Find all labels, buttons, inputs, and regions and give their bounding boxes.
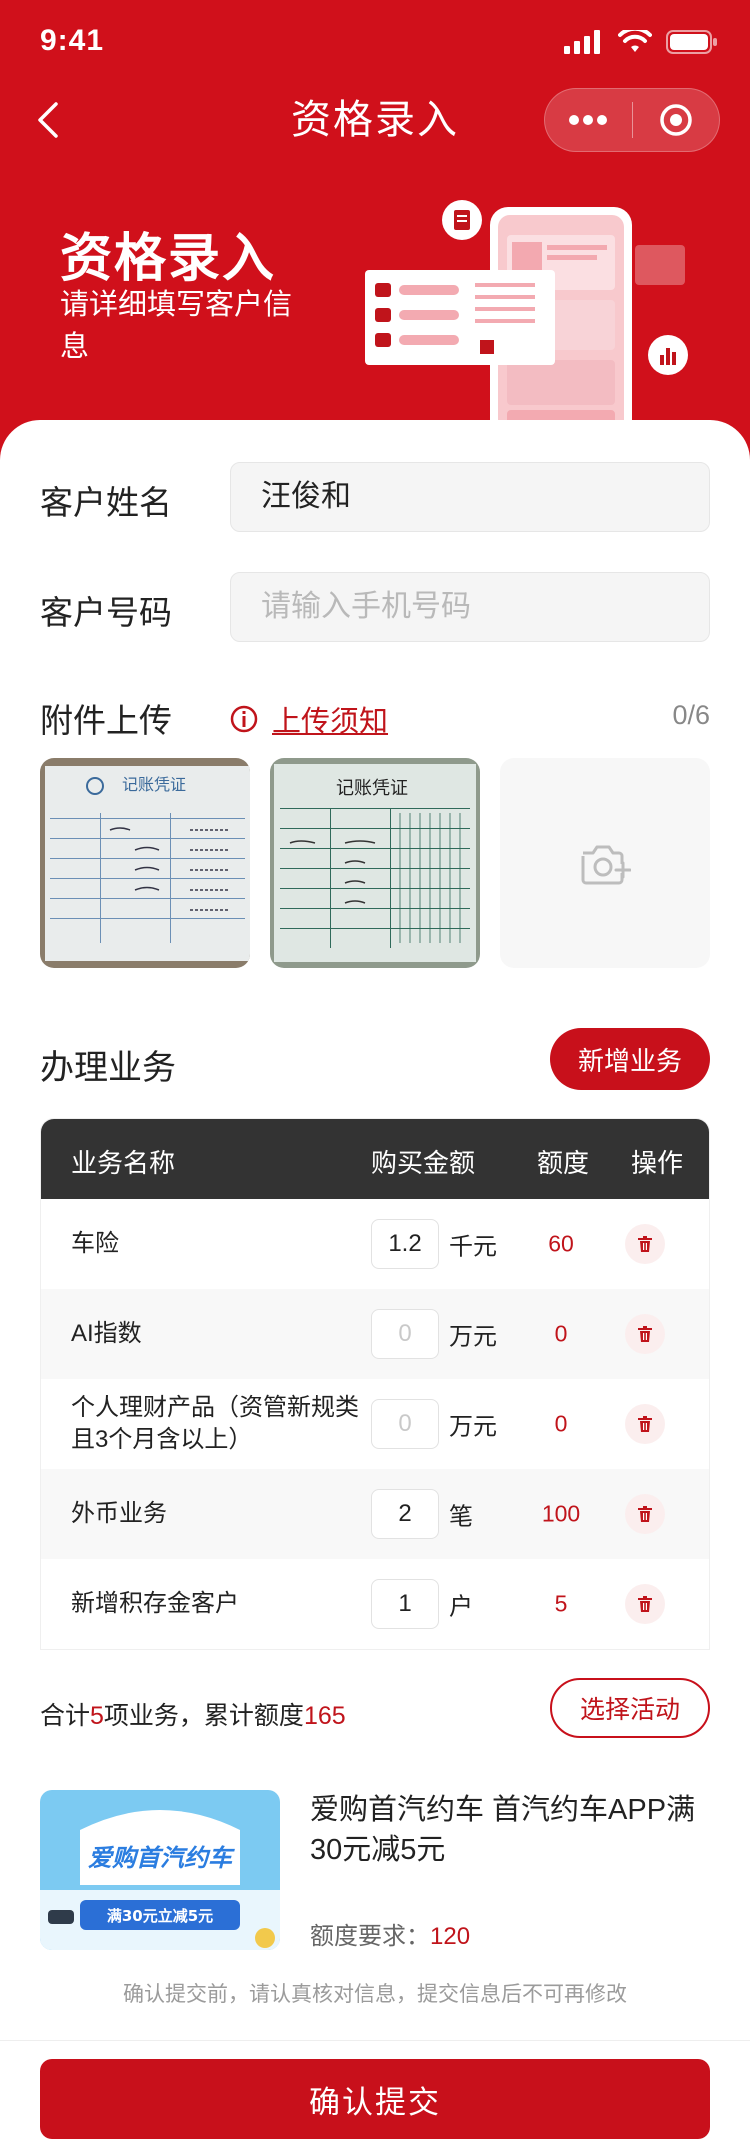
submit-notice: 确认提交前，请认真核对信息，提交信息后不可再修改	[123, 1983, 627, 2006]
amount-input[interactable]: 1.2	[371, 1219, 439, 1269]
amount-input[interactable]: 0	[371, 1399, 439, 1449]
trash-icon	[638, 1326, 652, 1342]
promo-banner-graphic: 爱购首汽约车 满30元立减5元	[40, 1790, 280, 1950]
customer-phone-input[interactable]: 请输入手机号码	[230, 572, 710, 642]
amount-unit: 户	[449, 1593, 473, 1621]
hero-subtitle: 请详细填写客户信息	[60, 289, 293, 363]
table-header: 业务名称 购买金额 额度 操作	[41, 1119, 709, 1199]
bottom-bar: 确认提交	[0, 2040, 750, 2152]
attachment-photo-2[interactable]: 记账凭证	[270, 758, 480, 968]
add-business-button[interactable]: 新增业务	[550, 1028, 710, 1090]
table-row: 外币业务 2 笔 100	[41, 1469, 709, 1559]
business-table: 业务名称 购买金额 额度 操作 车险 1.2 千元 60 AI指数 0 万元 0…	[40, 1118, 710, 1650]
table-row: 车险 1.2 千元 60	[41, 1199, 709, 1289]
attachment-photo-1[interactable]: 记账凭证	[40, 758, 250, 968]
delete-button[interactable]	[625, 1314, 665, 1354]
table-row: 新增积存金客户 1 户 5	[41, 1559, 709, 1649]
amount-input[interactable]: 2	[371, 1489, 439, 1539]
more-button[interactable]	[545, 89, 632, 151]
quota-value: 0	[554, 1410, 568, 1437]
trash-icon	[638, 1236, 652, 1252]
business-name: 新增积存金客户	[71, 1590, 239, 1617]
trash-icon	[638, 1506, 652, 1522]
business-name: AI指数	[71, 1320, 142, 1347]
business-section-title: 办理业务	[40, 1049, 176, 1087]
header-name: 业务名称	[71, 1148, 176, 1178]
promo-title: 爱购首汽约车 首汽约车APP满30元减5元	[310, 1794, 696, 1866]
receipt-title-2: 记账凭证	[336, 778, 408, 799]
summary-count: 5	[90, 1702, 104, 1730]
delete-button[interactable]	[625, 1494, 665, 1534]
header-action: 操作	[631, 1148, 684, 1178]
close-miniapp-button[interactable]	[633, 89, 720, 151]
table-row: 个人理财产品（资管新规类且3个月含以上） 0 万元 0	[41, 1379, 709, 1469]
camera-add-icon	[581, 845, 631, 885]
quota-value: 0	[554, 1320, 568, 1347]
business-name: 外币业务	[71, 1500, 167, 1527]
upload-count: 0/6	[672, 700, 710, 730]
add-photo-button[interactable]	[500, 758, 710, 968]
amount-unit: 万元	[449, 1323, 497, 1351]
delete-button[interactable]	[625, 1584, 665, 1624]
customer-phone-label: 客户号码	[40, 594, 172, 631]
quota-value: 100	[541, 1500, 581, 1527]
quota-value: 60	[548, 1230, 574, 1257]
receipt-title-1: 记账凭证	[122, 775, 186, 794]
status-icons	[564, 30, 718, 54]
amount-unit: 万元	[449, 1413, 497, 1441]
amount-input[interactable]: 1	[371, 1579, 439, 1629]
business-name: 车险	[71, 1230, 119, 1257]
business-summary: 合计5项业务，累计额度165	[40, 1696, 346, 1732]
business-name: 个人理财产品（资管新规类且3个月含以上）	[71, 1394, 359, 1453]
status-time: 9:41	[40, 24, 105, 57]
promo-requirement: 额度要求：120	[310, 1916, 470, 1951]
delete-button[interactable]	[625, 1224, 665, 1264]
battery-icon	[666, 30, 717, 54]
header-quota: 额度	[537, 1148, 590, 1178]
promo-req-label: 额度要求：	[310, 1923, 430, 1950]
receipt-photo-image: 记账凭证	[40, 758, 250, 968]
trash-icon	[638, 1416, 652, 1432]
promo-req-value: 120	[430, 1923, 471, 1950]
upload-notice-text: 上传须知	[272, 706, 389, 738]
status-bar: 9:41	[0, 0, 750, 88]
more-dots-icon	[569, 115, 608, 125]
info-icon	[230, 705, 258, 733]
mini-program-capsule	[544, 88, 720, 152]
confirm-submit-button[interactable]: 确认提交	[40, 2059, 710, 2139]
upload-notice-link[interactable]: 上传须知	[230, 698, 388, 740]
upload-label: 附件上传	[40, 702, 172, 739]
customer-name-input[interactable]: 汪俊和	[230, 462, 710, 532]
amount-input[interactable]: 0	[371, 1309, 439, 1359]
amount-unit: 千元	[449, 1233, 497, 1261]
select-activity-button[interactable]: 选择活动	[550, 1678, 710, 1738]
phone-illustration	[365, 200, 688, 435]
promo-banner-subtitle: 满30元立减5元	[107, 1907, 213, 1925]
promo-banner-title: 爱购首汽约车	[88, 1844, 235, 1872]
summary-prefix: 合计	[40, 1702, 91, 1730]
delete-button[interactable]	[625, 1404, 665, 1444]
promo-banner-image[interactable]: 爱购首汽约车 满30元立减5元	[40, 1790, 280, 1950]
summary-total: 165	[303, 1702, 346, 1730]
receipt-photo-image: 记账凭证	[270, 758, 480, 968]
nav-bar: 资格录入	[0, 88, 750, 152]
summary-middle: 项业务，累计额度	[103, 1702, 304, 1730]
header-amount: 购买金额	[371, 1148, 476, 1178]
target-icon	[660, 104, 692, 136]
signal-icon	[564, 30, 600, 54]
quota-value: 5	[554, 1590, 568, 1617]
customer-name-label: 客户姓名	[40, 484, 172, 521]
amount-unit: 笔	[449, 1503, 473, 1531]
hero-title: 资格录入	[60, 230, 277, 288]
wifi-icon	[618, 30, 652, 52]
trash-icon	[638, 1596, 652, 1612]
table-row: AI指数 0 万元 0	[41, 1289, 709, 1379]
hero-banner: 9:41 资格录入 资格录入 请详细填写客户信息	[0, 0, 750, 460]
